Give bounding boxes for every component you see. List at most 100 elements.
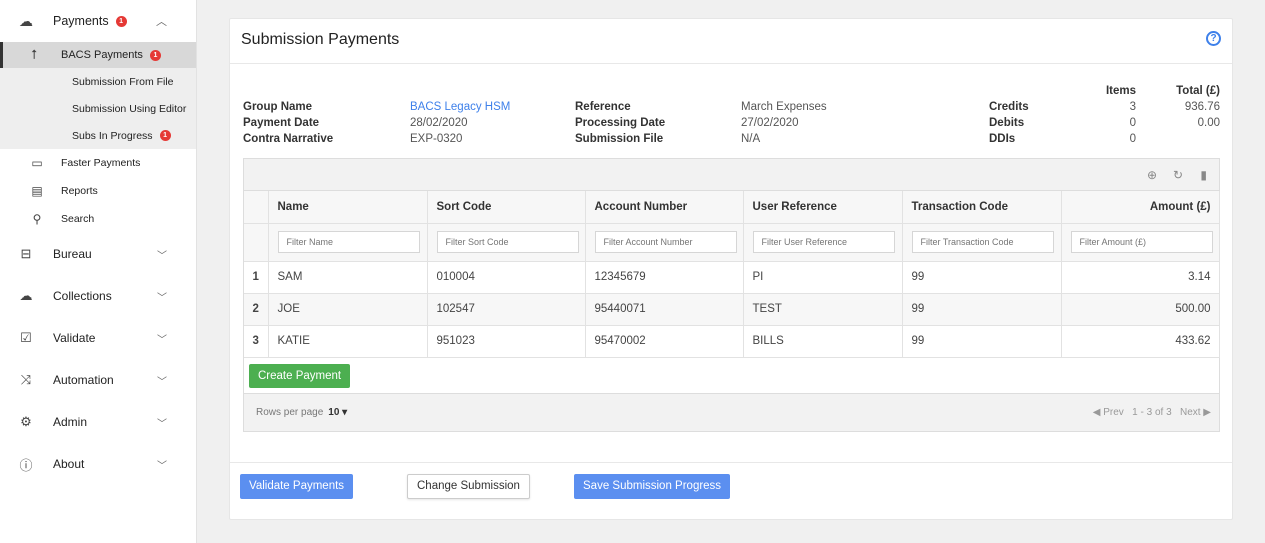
chevron-down-icon: ﹀ xyxy=(157,418,167,430)
nav-payments[interactable]: ☁ Payments 1 ︿ xyxy=(0,0,196,42)
submission-card: Submission Payments ? Group Name Payment… xyxy=(229,18,1233,520)
create-area: Create Payment xyxy=(244,357,1219,394)
nav-faster-payments-label: Faster Payments xyxy=(61,157,141,169)
info-labels-1: Group Name Payment Date Contra Narrative xyxy=(243,99,333,147)
contra-narrative-label: Contra Narrative xyxy=(243,133,334,145)
filter-transaction-code-input[interactable] xyxy=(911,231,1054,253)
nav-subs-in-progress[interactable]: Subs In Progress 1 xyxy=(0,122,196,149)
total-column: Total (£) 936.76 0.00 xyxy=(1150,83,1220,131)
filter-cell xyxy=(1061,223,1220,262)
nav-collections[interactable]: ☁ Collections ﹀ xyxy=(0,275,196,317)
cell-account-number: 95440071 xyxy=(585,293,744,326)
chevron-down-icon: ﹀ xyxy=(157,334,167,346)
filter-name-input[interactable] xyxy=(277,231,420,253)
credits-items: 3 xyxy=(1129,101,1136,113)
processing-date-label: Processing Date xyxy=(575,117,666,129)
add-circle-icon[interactable]: ⊕ xyxy=(1147,168,1157,182)
nav-submission-from-file[interactable]: Submission From File xyxy=(0,68,196,95)
validate-payments-button[interactable]: Validate Payments xyxy=(240,474,354,499)
submission-file-value: N/A xyxy=(741,133,761,145)
nav-submission-using-editor[interactable]: Submission Using Editor xyxy=(0,95,196,122)
shuffle-icon: ⤨ xyxy=(20,372,32,387)
filter-user-reference-input[interactable] xyxy=(752,231,895,253)
nav-bacs-label: BACS Payments 1 xyxy=(61,49,161,61)
nav-reports-label: Reports xyxy=(61,185,98,197)
cell-amount: 500.00 xyxy=(1061,293,1220,326)
chevron-down-icon: ﹀ xyxy=(157,250,167,262)
cell-user-reference: BILLS xyxy=(743,325,903,358)
pagination: ◀ Prev 1 - 3 of 3 Next ▶ xyxy=(1093,407,1211,418)
check-icon: ☑ xyxy=(20,330,32,345)
filter-account-number-input[interactable] xyxy=(594,231,737,253)
col-name[interactable]: Name xyxy=(268,191,428,224)
nav-collections-label: Collections xyxy=(53,289,112,303)
nav-search-label: Search xyxy=(61,213,95,225)
filter-cell xyxy=(427,223,586,262)
table-row[interactable]: 1 SAM 010004 12345679 PI 99 3.14 xyxy=(244,261,1220,294)
rows-per-page-select[interactable]: 10 ▾ xyxy=(328,407,347,418)
info-values-1: BACS Legacy HSM 28/02/2020 EXP-0320 xyxy=(410,99,510,147)
subs-badge: 1 xyxy=(159,130,171,141)
next-page-button[interactable]: Next ▶ xyxy=(1180,407,1211,418)
nav-faster-payments[interactable]: ▭ Faster Payments xyxy=(0,149,196,177)
cloud-upload-icon: ☁ xyxy=(19,12,33,29)
group-name-label: Group Name xyxy=(243,101,313,113)
nav-submission-using-editor-label: Submission Using Editor xyxy=(72,102,187,115)
col-sort-code[interactable]: Sort Code xyxy=(427,191,586,224)
help-icon[interactable]: ? xyxy=(1206,31,1221,46)
totals-labels: Credits Debits DDIs xyxy=(989,99,1029,147)
nav-automation[interactable]: ⤨ Automation ﹀ xyxy=(0,359,196,401)
row-index: 3 xyxy=(244,325,269,358)
save-submission-progress-button[interactable]: Save Submission Progress xyxy=(574,474,731,499)
cell-sort-code: 010004 xyxy=(427,261,586,294)
export-file-icon[interactable]: ▮ xyxy=(1200,168,1207,182)
cell-user-reference: PI xyxy=(743,261,903,294)
nav-validate-label: Validate xyxy=(53,331,96,345)
col-user-reference[interactable]: User Reference xyxy=(743,191,903,224)
page-range: 1 - 3 of 3 xyxy=(1132,406,1172,418)
sidebar: ☁ Payments 1 ︿ ⭡ BACS Payments 1 Submissio… xyxy=(0,0,197,543)
nav-search[interactable]: ⚲ Search xyxy=(0,205,196,233)
col-amount[interactable]: Amount (£) xyxy=(1061,191,1220,224)
filter-cell xyxy=(743,223,903,262)
table-row[interactable]: 3 KATIE 951023 95470002 BILLS 99 433.62 xyxy=(244,325,1220,358)
cloud-download-icon: ☁ xyxy=(19,288,33,303)
refresh-icon[interactable]: ↻ xyxy=(1173,168,1183,182)
cell-user-reference: TEST xyxy=(743,293,903,326)
items-column: Items 3 0 0 xyxy=(1096,83,1136,147)
reference-value: March Expenses xyxy=(741,101,827,113)
table-toolbar: ⊕ ↻ ▮ xyxy=(244,159,1219,191)
submission-file-label: Submission File xyxy=(575,133,664,145)
credit-card-icon: ▭ xyxy=(31,156,43,170)
group-name-link[interactable]: BACS Legacy HSM xyxy=(410,99,510,115)
col-account-number[interactable]: Account Number xyxy=(585,191,744,224)
filter-amount-input[interactable] xyxy=(1070,231,1213,253)
filter-cell xyxy=(268,223,428,262)
nav-bureau-label: Bureau xyxy=(53,247,92,261)
table-row[interactable]: 2 JOE 102547 95440071 TEST 99 500.00 xyxy=(244,293,1220,326)
nav-about[interactable]: ⓘ About ﹀ xyxy=(0,443,196,485)
total-header: Total (£) xyxy=(1176,85,1220,97)
nav-bureau[interactable]: ⊟ Bureau ﹀ xyxy=(0,233,196,275)
nav-admin[interactable]: ⚙ Admin ﹀ xyxy=(0,401,196,443)
create-payment-button[interactable]: Create Payment xyxy=(249,363,351,388)
payments-badge: 1 xyxy=(115,16,127,28)
nav-reports[interactable]: ▤ Reports xyxy=(0,177,196,205)
nav-about-label: About xyxy=(53,457,85,471)
row-index: 2 xyxy=(244,293,269,326)
chevron-down-icon: ﹀ xyxy=(157,292,167,304)
search-icon: ⚲ xyxy=(32,212,42,226)
col-transaction-code[interactable]: Transaction Code xyxy=(902,191,1062,224)
nav-validate[interactable]: ☑ Validate ﹀ xyxy=(0,317,196,359)
contra-narrative-value: EXP-0320 xyxy=(410,133,463,145)
credits-label: Credits xyxy=(989,101,1029,113)
payments-table: ⊕ ↻ ▮ Name Sort Code Account Number User… xyxy=(243,158,1220,432)
cell-account-number: 95470002 xyxy=(585,325,744,358)
prev-page-button[interactable]: ◀ Prev xyxy=(1093,407,1124,418)
change-submission-button[interactable]: Change Submission xyxy=(407,474,530,499)
filter-sort-code-input[interactable] xyxy=(436,231,579,253)
page-title: Submission Payments xyxy=(241,31,400,48)
cell-name: KATIE xyxy=(268,325,428,358)
cell-name: JOE xyxy=(268,293,428,326)
nav-bacs-payments[interactable]: ⭡ BACS Payments 1 xyxy=(0,42,196,68)
